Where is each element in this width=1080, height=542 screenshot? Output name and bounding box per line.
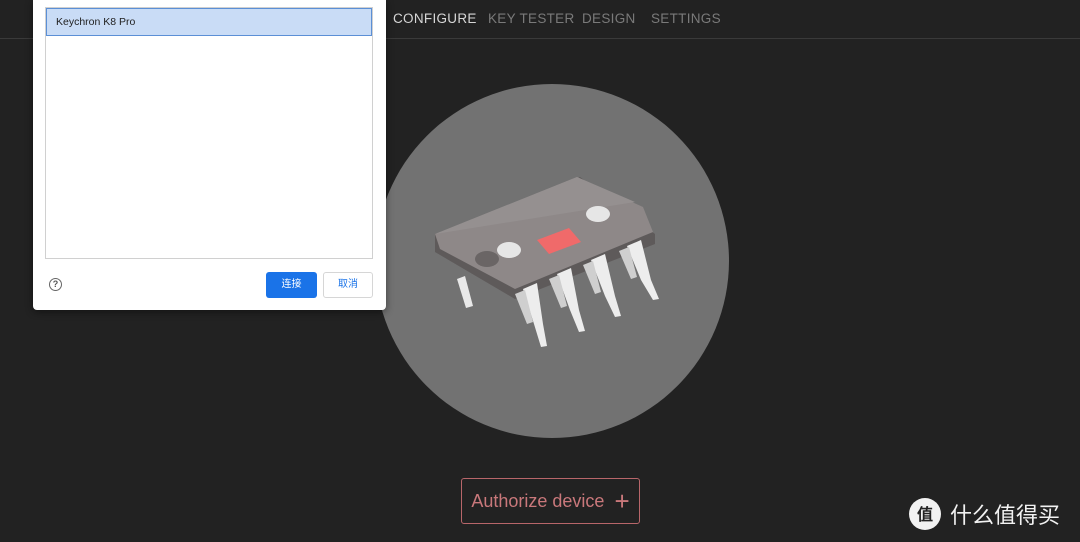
microchip-icon: [375, 84, 729, 438]
tab-configure[interactable]: CONFIGURE: [393, 11, 477, 26]
help-icon[interactable]: ?: [49, 278, 62, 291]
watermark-text: 什么值得买: [950, 504, 1061, 529]
authorize-device-label: Authorize device: [471, 490, 605, 511]
cancel-button[interactable]: 取消: [323, 272, 373, 298]
connect-button[interactable]: 连接: [266, 272, 317, 298]
microchip-illustration: [375, 84, 729, 438]
svg-text:值: 值: [917, 505, 933, 524]
watermark: 值 什么值得买: [908, 495, 1060, 533]
smzdm-logo-icon: 值: [909, 498, 941, 530]
device-chooser-dialog: Keychron K8 Pro ? 连接 取消: [33, 0, 386, 310]
device-item-keychron-k8-pro[interactable]: Keychron K8 Pro: [46, 8, 372, 36]
tab-key-tester[interactable]: KEY TESTER: [488, 11, 575, 26]
authorize-device-button[interactable]: Authorize device +: [461, 478, 640, 524]
tab-settings[interactable]: SETTINGS: [651, 11, 721, 26]
tab-design[interactable]: DESIGN: [582, 11, 636, 26]
plus-icon: +: [614, 486, 630, 516]
device-list: Keychron K8 Pro: [45, 7, 373, 259]
